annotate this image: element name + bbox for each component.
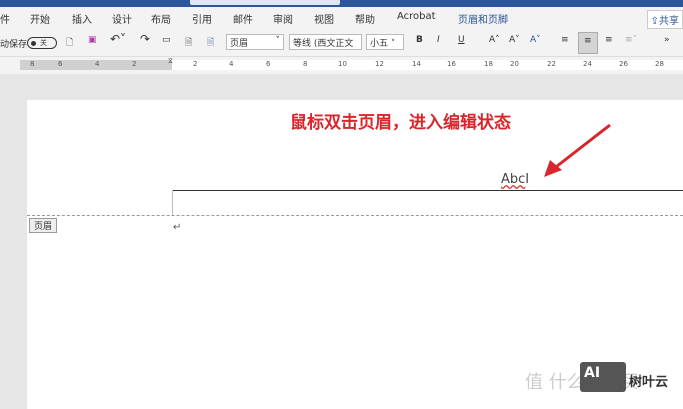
justify-icon[interactable]: ≡˅ bbox=[625, 35, 637, 45]
new-doc-icon[interactable]: 🗋 bbox=[66, 35, 73, 51]
save-icon[interactable]: ▣ bbox=[88, 35, 97, 45]
margin-guide bbox=[172, 190, 173, 215]
tab-help[interactable]: 帮助 bbox=[355, 11, 375, 26]
pdf-icon[interactable]: 🗎 bbox=[207, 35, 214, 51]
ruler-number: 28 bbox=[655, 60, 664, 68]
ruler-number: 22 bbox=[547, 60, 556, 68]
ruler-number: 16 bbox=[447, 60, 456, 68]
text-effects-icon[interactable]: A˅ bbox=[530, 35, 541, 45]
tab-header-footer[interactable]: 页眉和页脚 bbox=[458, 11, 508, 26]
tab-home[interactable]: 开始 bbox=[30, 11, 50, 26]
bold-button[interactable]: B bbox=[416, 35, 423, 45]
align-left-icon[interactable]: ≡ bbox=[561, 35, 569, 45]
autosave-toggle[interactable]: 关 bbox=[27, 37, 57, 49]
tab-layout[interactable]: 布局 bbox=[151, 11, 171, 26]
tab-view[interactable]: 视图 bbox=[314, 11, 334, 26]
text-cursor-icon: I bbox=[525, 172, 530, 187]
ruler-number: 26 bbox=[619, 60, 628, 68]
watermark-brand: 树叶云 bbox=[629, 375, 669, 390]
ruler-number: 2 bbox=[193, 60, 198, 68]
open-icon[interactable]: ▭ bbox=[162, 35, 171, 45]
grow-font-icon[interactable]: A˄ bbox=[489, 35, 500, 45]
indent-marker[interactable]: ⧖ bbox=[168, 57, 173, 66]
chevron-down-icon: ˅ bbox=[275, 36, 281, 46]
align-right-icon[interactable]: ≡ bbox=[605, 35, 613, 45]
ruler-number: 4 bbox=[229, 60, 234, 68]
ruler-number: 18 bbox=[484, 60, 493, 68]
title-bar bbox=[0, 0, 683, 7]
align-center-icon: ≡ bbox=[584, 36, 592, 46]
header-border bbox=[172, 190, 683, 191]
ruler-number: 14 bbox=[412, 60, 421, 68]
tab-references[interactable]: 引用 bbox=[192, 11, 212, 26]
share-button[interactable]: ⇪共享 bbox=[646, 10, 683, 29]
undo-icon[interactable]: ↶˅ bbox=[110, 32, 126, 46]
ruler-number: 4 bbox=[95, 60, 100, 68]
ribbon-tabs: 件 开始 插入 设计 布局 引用 邮件 审阅 视图 帮助 Acrobat 页眉和… bbox=[0, 7, 683, 29]
ruler-number: 6 bbox=[266, 60, 271, 68]
tab-mailings[interactable]: 邮件 bbox=[233, 11, 253, 26]
search-box[interactable] bbox=[190, 0, 340, 5]
style-select[interactable]: 页眉 ˅ bbox=[226, 34, 284, 50]
size-select[interactable]: 小五 ˅ bbox=[366, 34, 404, 50]
header-separator bbox=[27, 215, 683, 216]
tab-review[interactable]: 审阅 bbox=[273, 11, 293, 26]
align-center-button[interactable]: ≡ bbox=[578, 32, 598, 54]
ruler[interactable]: 8 6 4 2 ⧖ 2 4 6 8 10 12 14 16 18 20 22 2… bbox=[0, 57, 683, 74]
header-text-content: Abc bbox=[501, 172, 526, 187]
shrink-font-icon[interactable]: A˅ bbox=[509, 35, 520, 45]
annotation-text: 鼠标双击页眉，进入编辑状态 bbox=[290, 113, 511, 133]
ruler-number: 20 bbox=[510, 60, 519, 68]
ruler-number: 8 bbox=[30, 60, 35, 68]
header-text[interactable]: AbcI bbox=[501, 172, 529, 187]
ruler-number: 8 bbox=[303, 60, 308, 68]
font-select[interactable]: 等线 (西文正文 bbox=[289, 34, 362, 50]
autosave-label: 动保存 bbox=[0, 40, 28, 50]
tab-acrobat[interactable]: Acrobat bbox=[397, 11, 436, 22]
ruler-number: 2 bbox=[132, 60, 137, 68]
print-icon[interactable]: 🗎 bbox=[185, 35, 192, 51]
ruler-number: 24 bbox=[583, 60, 592, 68]
chevron-down-icon: ˅ bbox=[390, 39, 396, 49]
paragraph-mark: ↵ bbox=[173, 222, 182, 233]
arrow-icon bbox=[544, 123, 611, 177]
share-icon: ⇪ bbox=[650, 16, 659, 27]
quick-toolbar: 动保存 关 🗋 ▣ ↶˅ ↷ ▭ 🗎 🗎 页眉 ˅ 等线 (西文正文 小五 ˅ B… bbox=[0, 29, 683, 57]
more-button[interactable]: » bbox=[664, 35, 670, 45]
tab-design[interactable]: 设计 bbox=[112, 11, 132, 26]
italic-button[interactable]: I bbox=[437, 35, 440, 45]
tab-insert[interactable]: 插入 bbox=[72, 11, 92, 26]
ruler-number: 12 bbox=[375, 60, 384, 68]
ruler-number: 6 bbox=[58, 60, 63, 68]
ruler-number: 10 bbox=[338, 60, 347, 68]
redo-icon[interactable]: ↷ bbox=[140, 32, 150, 46]
header-label: 页眉 bbox=[29, 218, 58, 233]
tab-file[interactable]: 件 bbox=[0, 11, 10, 26]
underline-button[interactable]: U bbox=[458, 35, 465, 45]
watermark-logo: AI bbox=[580, 362, 626, 392]
